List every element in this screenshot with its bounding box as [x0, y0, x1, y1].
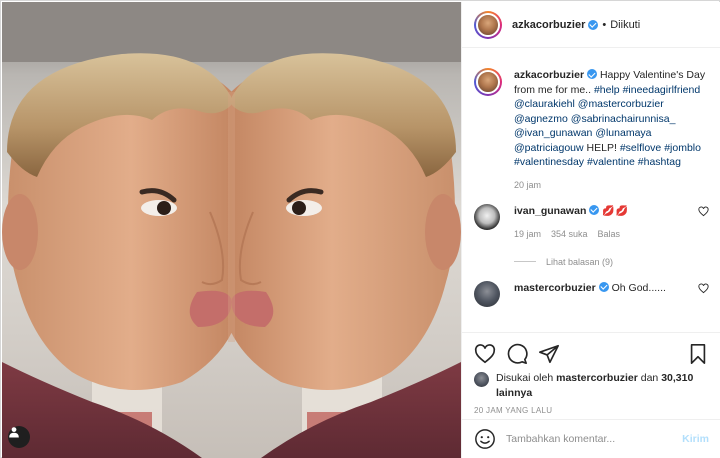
commenter-avatar[interactable]: [474, 280, 500, 307]
post-comment-button[interactable]: Kirim: [682, 433, 709, 445]
commenter-username[interactable]: ivan_gunawan: [514, 205, 586, 217]
post-photo[interactable]: [2, 2, 461, 458]
likes-and: dan: [640, 372, 659, 384]
comments-list[interactable]: azkacorbuzier Happy Valentine's Day from…: [462, 49, 720, 332]
following-button[interactable]: Diikuti: [610, 19, 640, 31]
comment-input[interactable]: [506, 433, 666, 445]
comment-timestamp[interactable]: 19 jam: [514, 229, 541, 239]
comment-like-count[interactable]: 354 suka: [551, 229, 588, 239]
caption-tag[interactable]: #jomblo: [664, 142, 701, 154]
caption-tag[interactable]: #ineedagirlfriend: [623, 84, 701, 96]
like-heart-icon[interactable]: [474, 343, 496, 365]
caption: azkacorbuzier Happy Valentine's Day from…: [474, 68, 709, 190]
commenter-username[interactable]: mastercorbuzier: [514, 282, 596, 294]
post-modal: azkacorbuzier • Diikuti azkacorbuzier Ha…: [0, 0, 720, 458]
caption-text: azkacorbuzier Happy Valentine's Day from…: [514, 68, 709, 170]
tagged-user-icon[interactable]: [8, 426, 30, 448]
caption-body-2: HELP!: [586, 141, 617, 154]
caption-timestamp[interactable]: 20 jam: [514, 180, 709, 190]
caption-tag[interactable]: @ivan_gunawan: [514, 127, 592, 139]
commenter-avatar[interactable]: [474, 203, 500, 230]
save-bookmark-icon[interactable]: [687, 343, 709, 365]
caption-tag[interactable]: @agnezmo: [514, 113, 568, 125]
like-comment-heart-icon[interactable]: [698, 283, 709, 294]
add-comment-bar: Kirim: [462, 419, 720, 458]
view-replies-label: Lihat balasan (9): [546, 256, 614, 267]
share-send-icon[interactable]: [538, 343, 560, 365]
caption-tag[interactable]: @sabrinachairunnisa_: [571, 113, 676, 125]
author-username[interactable]: azkacorbuzier: [512, 19, 585, 31]
caption-tag[interactable]: #help: [594, 84, 620, 96]
comment-text: Oh God......: [611, 281, 666, 294]
post-date[interactable]: 20 JAM YANG LALU: [474, 406, 552, 415]
comment-text: 💋💋: [602, 205, 630, 217]
caption-tag[interactable]: @patriciagouw: [514, 142, 584, 154]
liker-username[interactable]: mastercorbuzier: [556, 372, 638, 384]
author-avatar[interactable]: [474, 10, 502, 39]
likes-summary: Disukai oleh mastercorbuzier dan 30,310 …: [474, 371, 709, 400]
caption-avatar[interactable]: [474, 68, 502, 96]
likes-prefix: Disukai oleh: [496, 372, 554, 384]
liker-avatar[interactable]: [474, 372, 489, 387]
like-comment-heart-icon[interactable]: [698, 206, 709, 217]
comment-bubble-icon[interactable]: [506, 343, 528, 365]
comment-item: mastercorbuzier Oh God......: [474, 280, 709, 307]
comment-item: ivan_gunawan 💋💋 19 jam 354 suka Balas: [474, 203, 709, 239]
verified-badge-icon: [589, 204, 600, 215]
caption-tag[interactable]: @mastercorbuzier: [578, 98, 664, 110]
replies-divider: [514, 261, 536, 262]
emoji-smile-icon[interactable]: [474, 428, 496, 450]
caption-tag[interactable]: #valentinesday: [514, 156, 584, 168]
verified-badge-icon: [588, 19, 599, 30]
view-replies-button[interactable]: Lihat balasan (9): [514, 257, 709, 267]
post-header: azkacorbuzier • Diikuti: [462, 2, 720, 48]
caption-tag[interactable]: @lunamaya: [595, 127, 651, 139]
separator-dot: •: [602, 18, 607, 31]
reply-button[interactable]: Balas: [598, 229, 621, 239]
mirrored-selfie-image: [2, 2, 461, 458]
caption-tag[interactable]: #valentine: [587, 156, 635, 168]
caption-tag[interactable]: @claurakiehl: [514, 98, 575, 110]
verified-badge-icon: [587, 69, 598, 79]
post-details-panel: azkacorbuzier • Diikuti azkacorbuzier Ha…: [461, 2, 720, 458]
caption-tag[interactable]: #hashtag: [638, 156, 681, 168]
verified-badge-icon: [598, 281, 609, 292]
caption-username[interactable]: azkacorbuzier: [514, 69, 584, 81]
caption-tag[interactable]: #selflove: [620, 142, 661, 154]
